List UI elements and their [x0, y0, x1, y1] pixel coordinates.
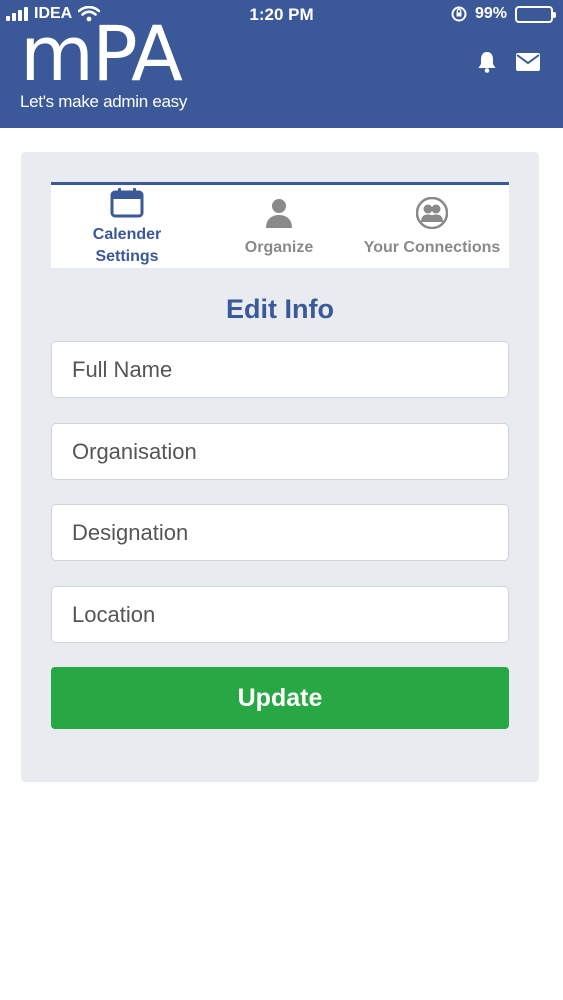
organisation-field[interactable]	[51, 423, 509, 480]
brand-tagline: Let's make admin easy	[20, 92, 188, 111]
tab-label-line1: Calender	[92, 226, 162, 243]
full-name-field[interactable]	[51, 341, 509, 398]
app-header: IDEA 1:20 PM 99% mPA Let's make admin ea…	[0, 0, 563, 128]
tab-organize[interactable]: Organize	[203, 185, 355, 268]
connections-icon	[416, 197, 448, 229]
brand-name: mPA	[20, 9, 183, 98]
tab-label: Your Connections	[363, 239, 501, 256]
tab-label: Organize	[244, 239, 314, 256]
edit-info-card: Calender Settings Organize Your Connecti…	[21, 152, 539, 782]
calendar-icon	[110, 188, 144, 218]
tab-bar: Calender Settings Organize Your Connecti…	[51, 182, 509, 268]
bell-icon[interactable]	[475, 50, 499, 74]
mail-icon[interactable]	[515, 52, 541, 72]
tab-calender-settings[interactable]: Calender Settings	[51, 185, 203, 268]
battery-icon	[515, 5, 556, 23]
tab-your-connections[interactable]: Your Connections	[355, 185, 509, 268]
designation-field[interactable]	[51, 504, 509, 561]
person-icon	[266, 199, 292, 228]
update-button[interactable]: Update	[51, 667, 509, 729]
location-field[interactable]	[51, 586, 509, 643]
app-logo: mPA Let's make admin easy	[20, 9, 188, 112]
form-title: Edit Info	[226, 294, 334, 324]
battery-percent: 99%	[474, 5, 507, 22]
tab-label-line2: Settings	[95, 248, 159, 265]
rotation-lock-icon	[451, 6, 467, 22]
